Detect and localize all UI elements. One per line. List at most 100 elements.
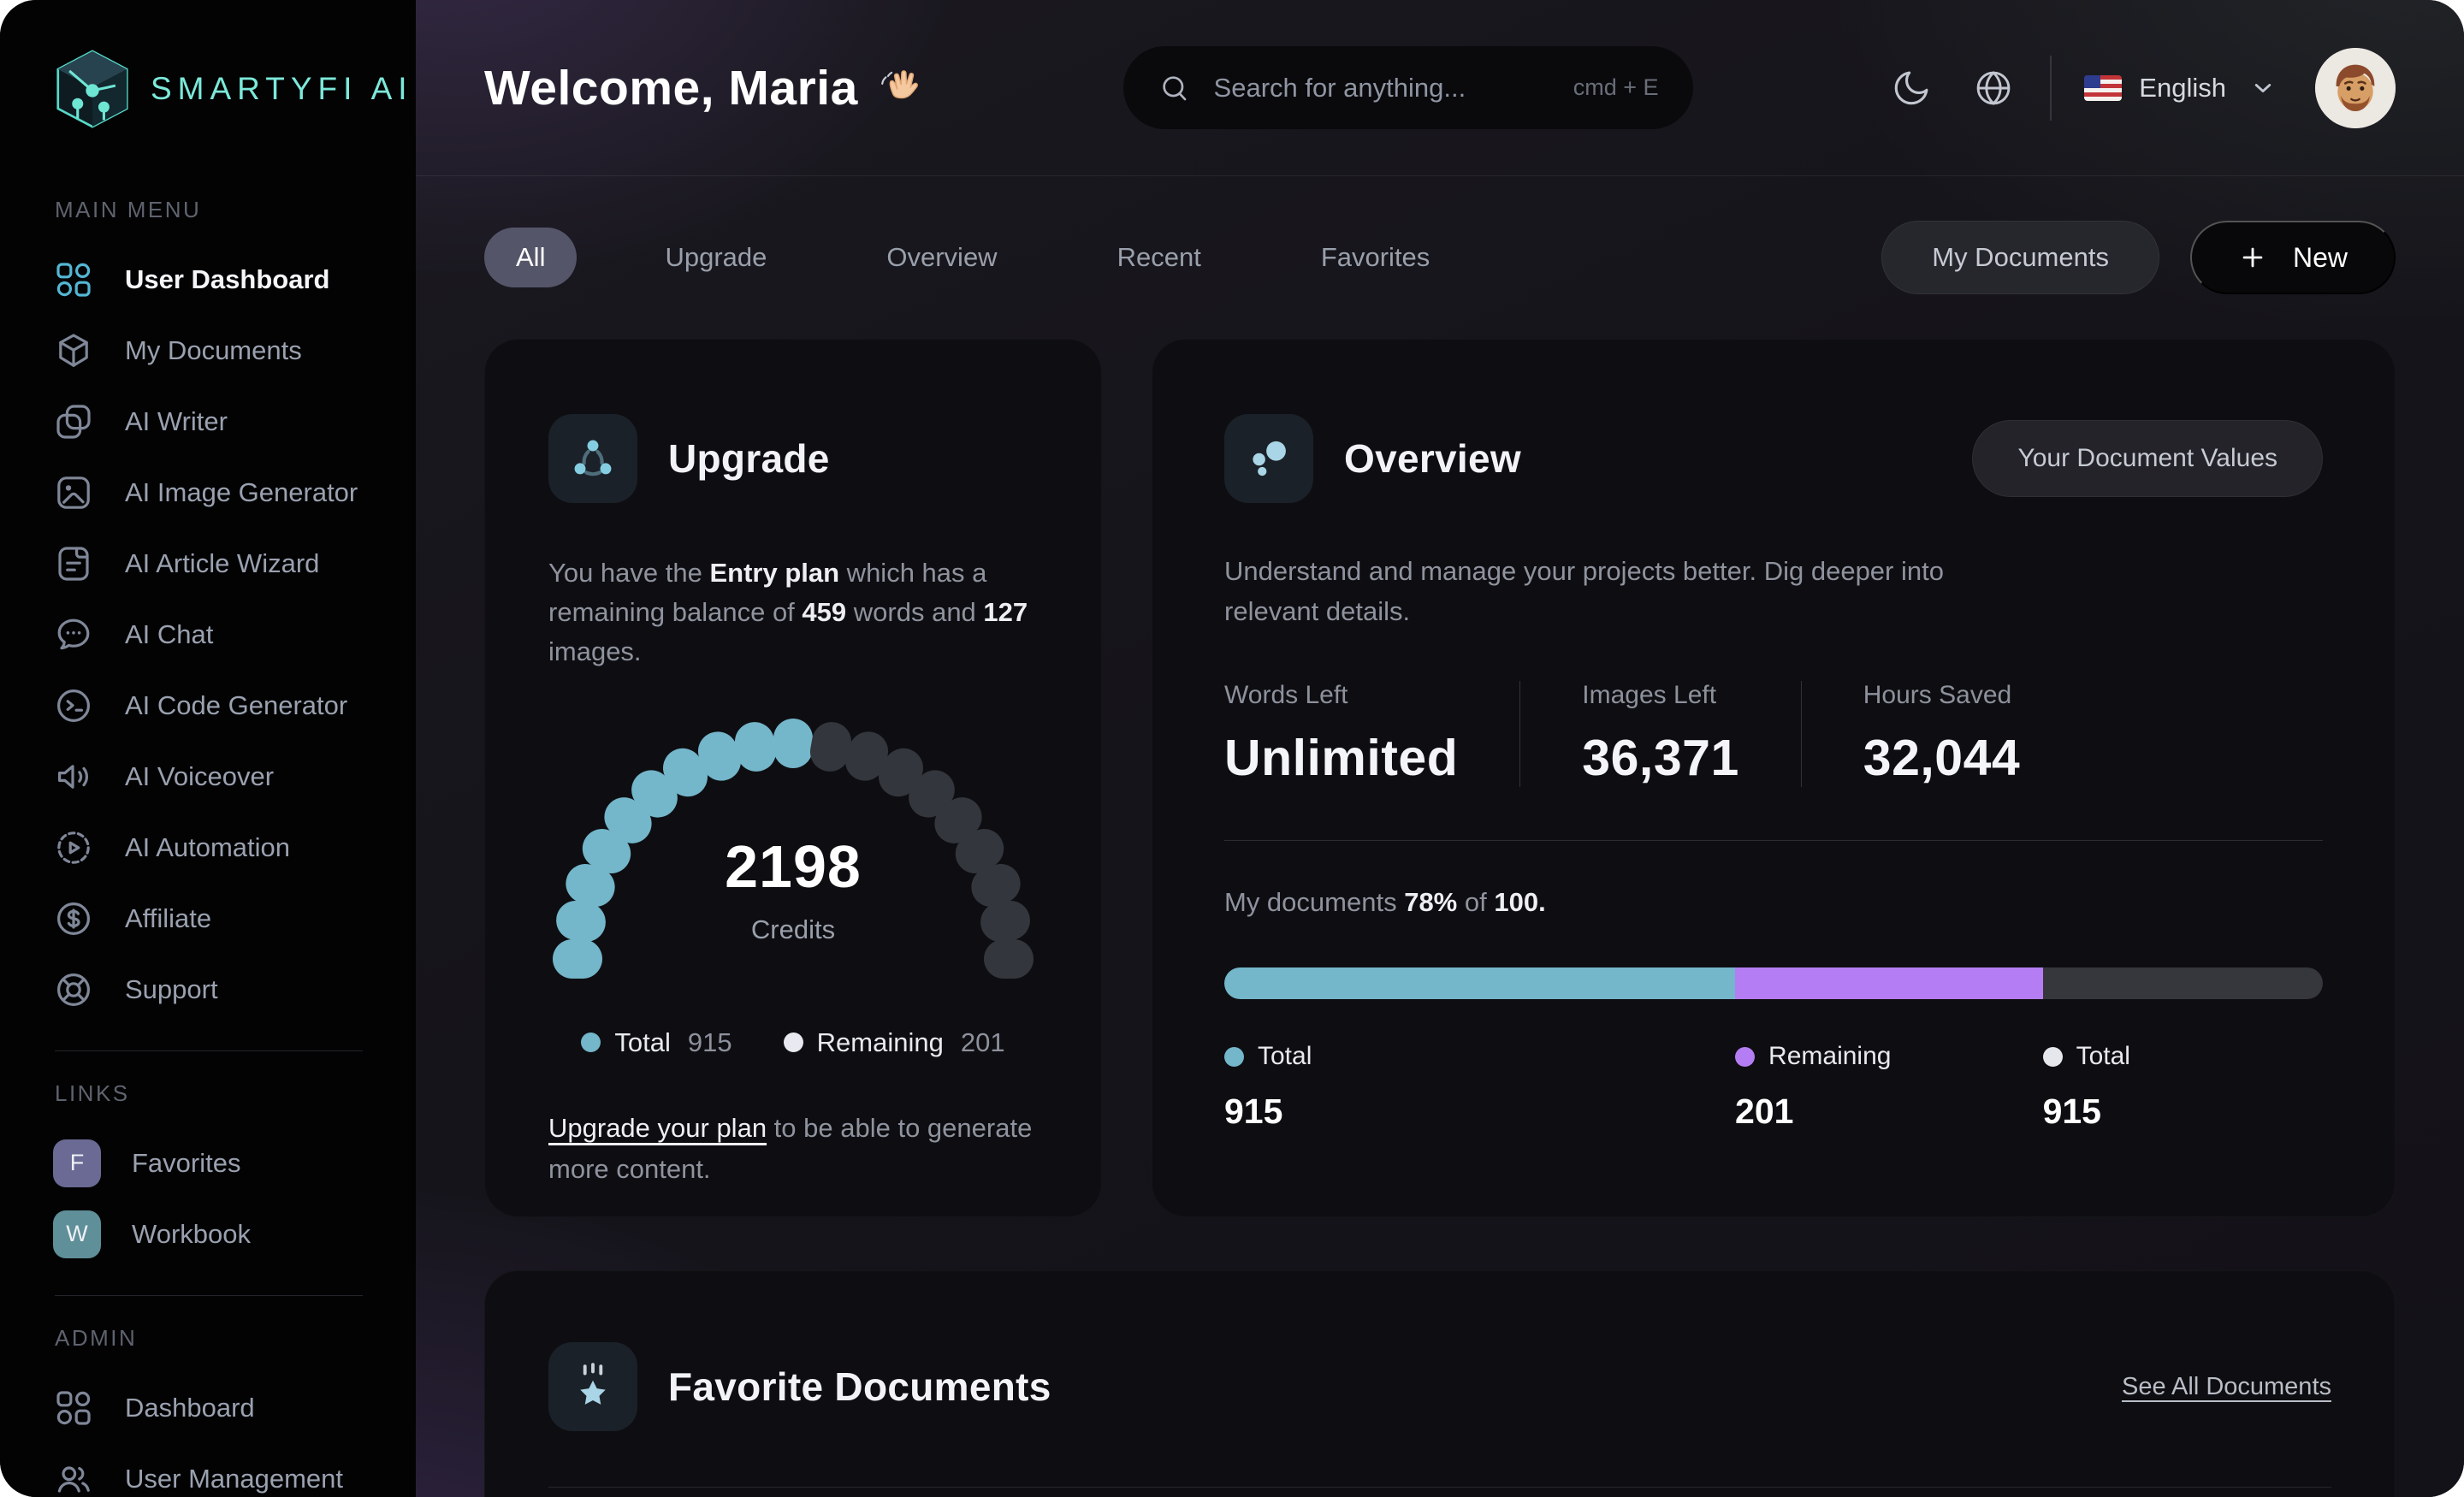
your-document-values-button[interactable]: Your Document Values — [1972, 420, 2323, 498]
search-icon — [1162, 75, 1186, 100]
upgrade-card-title: Upgrade — [668, 436, 830, 482]
progress-legend: Total 915 Remaining 201 Total 915 — [1224, 1042, 2323, 1132]
moon-icon — [1895, 71, 1928, 104]
language-label: English — [2139, 72, 2226, 103]
sidebar-divider — [55, 1295, 363, 1296]
avatar-illustration — [2314, 47, 2396, 128]
sidebar-item-ai-article-wizard[interactable]: AI Article Wizard — [53, 528, 364, 599]
overview-card-header: Overview Your Document Values — [1224, 403, 2323, 514]
sidebar-item-favorites[interactable]: F Favorites — [53, 1127, 364, 1198]
brand-logo[interactable]: SMARTYFI AI — [53, 48, 407, 130]
header-divider — [2050, 55, 2052, 121]
toolbar: All Upgrade Overview Recent Favorites My Doc… — [416, 176, 2464, 294]
globe-button[interactable] — [1969, 64, 2017, 112]
user-avatar[interactable] — [2314, 47, 2396, 128]
overview-divider — [1224, 840, 2323, 842]
sidebar-item-ai-automation[interactable]: AI Automation — [53, 812, 364, 883]
sidebar-item-support[interactable]: Support — [53, 954, 364, 1025]
search-shortcut: cmd + E — [1573, 74, 1659, 100]
image-icon — [53, 472, 94, 513]
sidebar-section-label: LINKS — [55, 1080, 130, 1106]
globe-icon — [1976, 70, 2011, 105]
sidebar-divider — [55, 1050, 363, 1051]
overview-description: Understand and manage your projects bett… — [1224, 556, 1944, 626]
sidebar-item-ai-voiceover[interactable]: AI Voiceover — [53, 741, 364, 812]
toolbar-actions: My Documents New — [1881, 221, 2396, 294]
credits-label: Credits — [750, 914, 836, 944]
sidebar-item-workbook[interactable]: W Workbook — [53, 1198, 364, 1269]
search-input[interactable]: Search for anything... cmd + E — [1122, 46, 1693, 129]
tab-favorites[interactable]: Favorites — [1289, 228, 1461, 287]
credits-gauge: 2198 Credits — [548, 702, 1038, 990]
legend-dot — [581, 1033, 601, 1053]
falling-star-icon — [548, 1342, 637, 1432]
automation-icon — [53, 827, 94, 868]
sidebar-item-label: AI Chat — [125, 618, 214, 649]
chat-icon — [53, 614, 94, 655]
grid-icon — [53, 1388, 94, 1429]
main-area: Welcome, Maria Search for anything... cm… — [416, 0, 2464, 1497]
legend-dot — [1735, 1046, 1756, 1067]
search-placeholder: Search for anything... — [1213, 72, 1466, 103]
language-selector[interactable]: English — [2084, 73, 2277, 104]
sidebar-item-user-dashboard[interactable]: User Dashboard — [53, 244, 364, 315]
sidebar-item-ai-writer[interactable]: AI Writer — [53, 386, 364, 457]
page-title: Welcome, Maria — [484, 60, 928, 116]
tab-all[interactable]: All — [484, 228, 578, 287]
sidebar-item-ai-image-generator[interactable]: AI Image Generator — [53, 457, 364, 528]
tab-recent[interactable]: Recent — [1086, 228, 1233, 287]
table-header-row: Document Information Category In Date — [548, 1488, 2331, 1497]
sidebar-section-label: MAIN MENU — [55, 197, 202, 222]
sidebar-item-label: Dashboard — [125, 1392, 255, 1423]
plus-icon — [2242, 247, 2263, 268]
sidebar-item-ai-code-generator[interactable]: AI Code Generator — [53, 670, 364, 741]
sidebar-item-label: AI Writer — [125, 405, 228, 436]
sidebar-item-affiliate[interactable]: Affiliate — [53, 883, 364, 954]
dark-mode-toggle[interactable] — [1887, 64, 1935, 112]
sidebar-item-label: AI Automation — [125, 831, 291, 862]
sidebar-item-ai-chat[interactable]: AI Chat — [53, 599, 364, 670]
progress-legend-total: Total 915 — [2042, 1042, 2130, 1132]
us-flag-icon — [2084, 74, 2123, 101]
overview-stats: Words Left Unlimited Images Left 36,371 … — [1224, 681, 2323, 788]
stat-hours-saved: Hours Saved 32,044 — [1800, 681, 2082, 788]
legend-total: Total 915 — [581, 1027, 732, 1058]
see-all-documents-link[interactable]: See All Documents — [2122, 1373, 2331, 1401]
my-documents-button[interactable]: My Documents — [1881, 221, 2159, 294]
sidebar-item-label: AI Code Generator — [125, 689, 348, 720]
sidebar-item-label: Workbook — [132, 1218, 251, 1249]
gauge-legend: Total 915 Remaining 201 — [548, 1027, 1038, 1058]
favorites-header: Favorite Documents See All Documents — [548, 1331, 2331, 1442]
workbook-badge-icon: W — [53, 1210, 101, 1258]
affiliate-icon — [53, 898, 94, 939]
sidebar-clipped-item-icon — [65, 1487, 103, 1497]
stat-words-left: Words Left Unlimited — [1224, 681, 1459, 787]
topbar: Welcome, Maria Search for anything... cm… — [416, 0, 2464, 176]
upgrade-card: Upgrade You have the Entry plan which ha… — [484, 339, 1102, 1218]
favorites-title: Favorite Documents — [668, 1364, 1051, 1410]
sidebar-item-dashboard[interactable]: Dashboard — [53, 1372, 364, 1443]
sidebar-item-label: AI Image Generator — [125, 476, 358, 507]
overview-card-title: Overview — [1344, 436, 1521, 482]
code-icon — [53, 685, 94, 726]
upgrade-your-plan-link[interactable]: Upgrade your plan — [548, 1113, 767, 1143]
tab-upgrade[interactable]: Upgrade — [633, 228, 798, 287]
tab-overview[interactable]: Overview — [855, 228, 1028, 287]
sidebar-section-label: ADMIN — [55, 1325, 138, 1351]
progress-track — [2042, 967, 2323, 1000]
stat-images-left: Images Left 36,371 — [1519, 681, 1800, 788]
sidebar-item-my-documents[interactable]: My Documents — [53, 315, 364, 386]
sidebar: SMARTYFI AI MAIN MENU User Dashboard My Do… — [0, 0, 416, 1497]
sidebar-item-label: My Documents — [125, 334, 302, 365]
legend-remaining: Remaining 201 — [783, 1027, 1005, 1058]
brand-wordmark: SMARTYFI AI — [151, 71, 413, 106]
gauge-dot — [773, 718, 813, 768]
new-button[interactable]: New — [2189, 221, 2396, 294]
article-icon — [53, 543, 94, 584]
sidebar-item-label: Affiliate — [125, 902, 212, 933]
writer-icon — [53, 401, 94, 442]
progress-legend-remaining: Remaining 201 — [1735, 1042, 1892, 1132]
header-actions: English — [1887, 47, 2396, 128]
progress-legend-total: Total 915 — [1224, 1042, 1312, 1132]
sidebar-item-label: User Management — [125, 1463, 344, 1494]
